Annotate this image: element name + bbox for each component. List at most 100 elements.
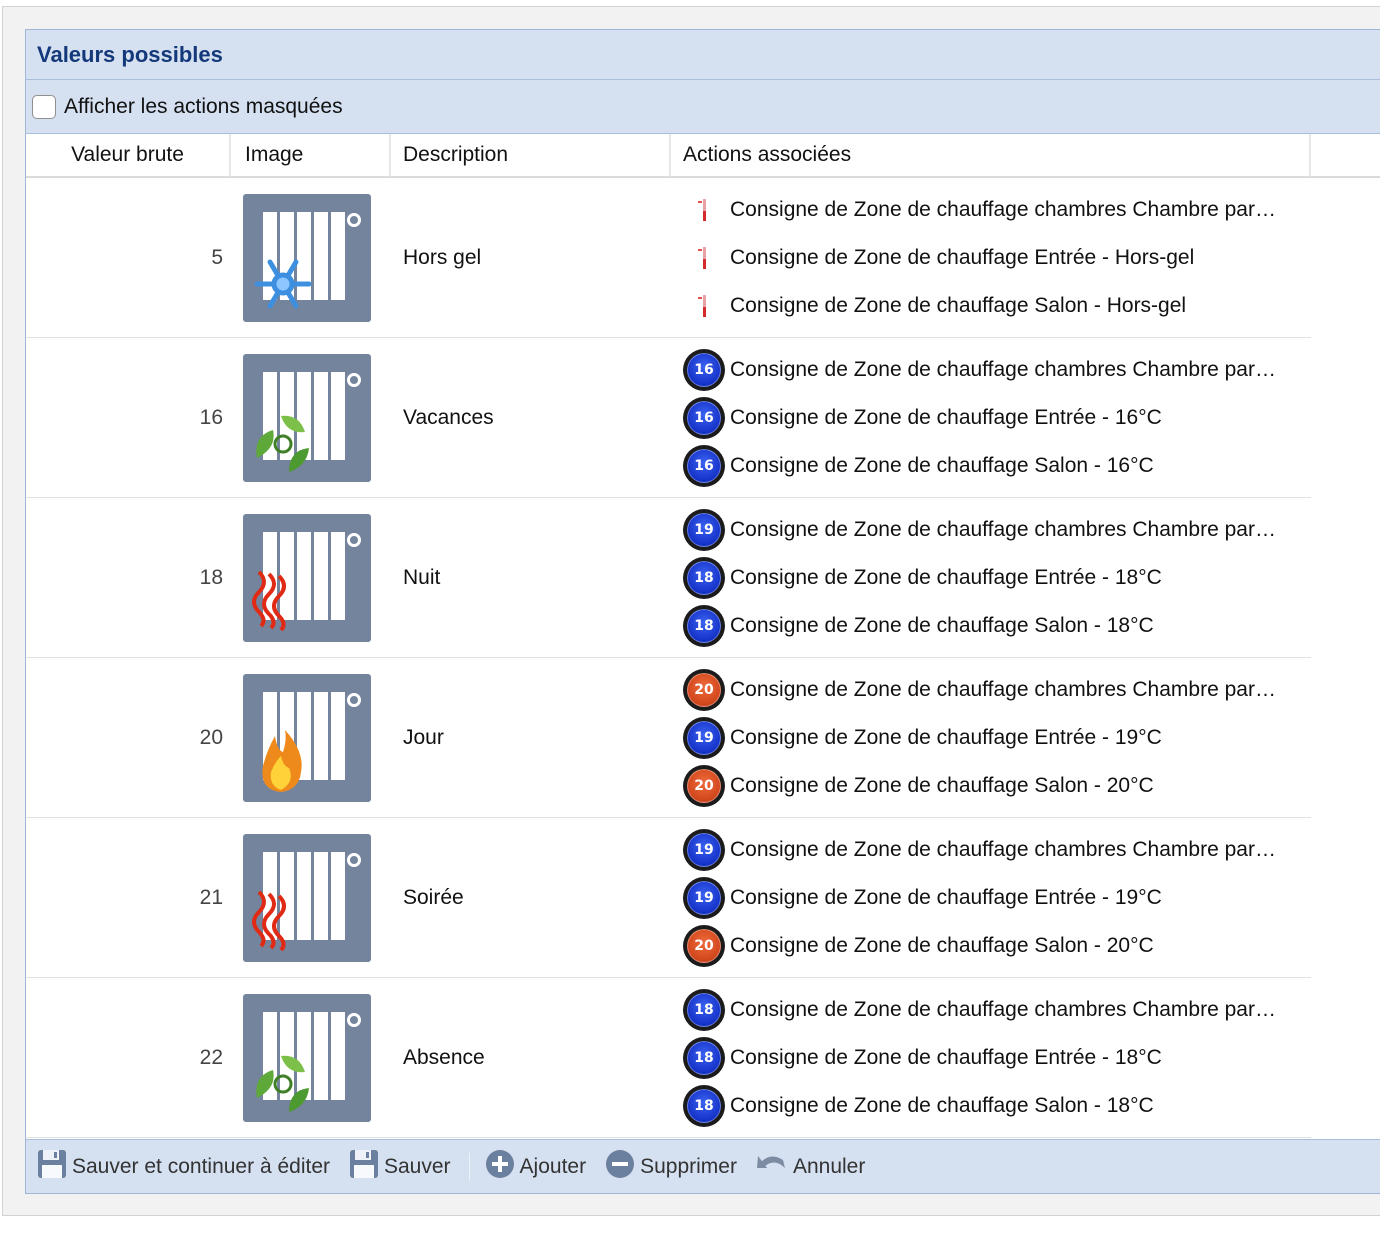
column-header-description[interactable]: Description (391, 134, 671, 177)
radiator-eco-leaves-icon[interactable] (243, 993, 371, 1122)
table-row[interactable]: 16 Vacances 16 Consigne de Zone de chauffa… (26, 338, 1311, 498)
image-cell (231, 498, 391, 657)
associated-action[interactable]: 20 Consigne de Zone de chauffage Salon - … (683, 922, 1311, 970)
raw-value-cell: 16 (199, 405, 223, 429)
image-cell (231, 338, 391, 497)
temperature-value: 19 (687, 720, 721, 755)
temperature-setpoint-icon: 16 (683, 348, 725, 391)
actions-cell: 19 Consigne de Zone de chauffage chambres… (671, 818, 1311, 977)
show-hidden-actions-label[interactable]: Afficher les actions masquées (64, 95, 343, 119)
associated-action[interactable]: 18 Consigne de Zone de chauffage Salon - … (683, 602, 1311, 650)
associated-action[interactable]: 20 Consigne de Zone de chauffage chambres… (683, 666, 1311, 714)
column-header-value[interactable]: Valeur brute (26, 134, 231, 177)
temperature-setpoint-icon: 20 (683, 764, 725, 807)
associated-action[interactable]: 19 Consigne de Zone de chauffage Entrée -… (683, 714, 1311, 762)
add-label: Ajouter (519, 1154, 587, 1178)
table-row[interactable]: 18 Nuit 19 Consigne de Zone de chauffage c… (26, 498, 1311, 658)
associated-action[interactable]: Consigne de Zone de chauffage Entrée - H… (683, 234, 1311, 282)
action-label: Consigne de Zone de chauffage Entrée - H… (730, 245, 1195, 269)
description-cell: Vacances (403, 405, 494, 429)
action-label: Consigne de Zone de chauffage Salon - 20… (730, 773, 1154, 797)
temperature-value: 18 (687, 560, 721, 595)
bottom-toolbar: Sauver et continuer à éditer Sauver Ajou… (26, 1139, 1380, 1193)
temperature-value: 20 (687, 928, 721, 963)
action-label: Consigne de Zone de chauffage Entrée - 1… (730, 885, 1162, 909)
thermometer-icon (683, 285, 725, 327)
action-label: Consigne de Zone de chauffage chambres C… (730, 197, 1276, 221)
raw-value-cell: 21 (199, 885, 223, 909)
save-and-continue-button[interactable]: Sauver et continuer à éditer (36, 1148, 330, 1186)
radiator-heat-waves-icon[interactable] (243, 513, 371, 642)
thermometer-icon (683, 189, 725, 231)
table-row[interactable]: 5 Hors gel Consigne de Zone de chauffage… (26, 178, 1311, 338)
associated-action[interactable]: 18 Consigne de Zone de chauffage chambres… (683, 986, 1311, 1034)
action-label: Consigne de Zone de chauffage Salon - 16… (730, 453, 1154, 477)
associated-action[interactable]: 20 Consigne de Zone de chauffage Salon - … (683, 762, 1311, 810)
associated-action[interactable]: Consigne de Zone de chauffage Salon - Ho… (683, 282, 1311, 330)
action-label: Consigne de Zone de chauffage chambres C… (730, 997, 1276, 1021)
action-label: Consigne de Zone de chauffage chambres C… (730, 837, 1276, 861)
temperature-value: 20 (687, 768, 721, 803)
temperature-value: 19 (687, 880, 721, 915)
description-cell: Absence (403, 1045, 485, 1069)
table-row[interactable]: 22 Absence 18 Consigne de Zone de chauffag… (26, 978, 1311, 1138)
temperature-setpoint-icon: 18 (683, 604, 725, 647)
associated-action[interactable]: 19 Consigne de Zone de chauffage Entrée -… (683, 874, 1311, 922)
table-row[interactable]: 20 Jour 20 Consigne de Zone de chauffage c… (26, 658, 1311, 818)
temperature-setpoint-icon: 20 (683, 668, 725, 711)
radiator-snowflake-icon[interactable] (243, 193, 371, 322)
column-header-actions-label: Actions associées (683, 143, 852, 166)
temperature-setpoint-icon: 19 (683, 828, 725, 871)
panel-header: Valeurs possibles (26, 30, 1380, 80)
radiator-flame-icon[interactable] (243, 673, 371, 802)
image-cell (231, 178, 391, 337)
floppy-disk-icon (348, 1148, 384, 1186)
temperature-value: 20 (687, 672, 721, 707)
action-label: Consigne de Zone de chauffage Salon - Ho… (730, 293, 1187, 317)
associated-action[interactable]: 19 Consigne de Zone de chauffage chambres… (683, 826, 1311, 874)
temperature-value: 18 (687, 608, 721, 643)
action-label: Consigne de Zone de chauffage chambres C… (730, 677, 1276, 701)
action-label: Consigne de Zone de chauffage Entrée - 1… (730, 725, 1162, 749)
possible-values-panel: Valeurs possibles Afficher les actions m… (25, 29, 1380, 1194)
temperature-setpoint-icon: 19 (683, 876, 725, 919)
column-header-image[interactable]: Image (231, 134, 391, 177)
temperature-setpoint-icon: 16 (683, 444, 725, 487)
column-header-actions[interactable]: Actions associées (671, 134, 1311, 177)
associated-action[interactable]: 16 Consigne de Zone de chauffage chambres… (683, 346, 1311, 394)
cancel-button[interactable]: Annuler (755, 1148, 865, 1186)
panel-title: Valeurs possibles (37, 41, 223, 67)
temperature-setpoint-icon: 19 (683, 716, 725, 759)
add-button[interactable]: Ajouter (484, 1148, 587, 1186)
radiator-heat-waves-icon[interactable] (243, 833, 371, 962)
associated-action[interactable]: 18 Consigne de Zone de chauffage Entrée -… (683, 554, 1311, 602)
associated-action[interactable]: 19 Consigne de Zone de chauffage chambres… (683, 506, 1311, 554)
column-header-image-label: Image (245, 143, 304, 166)
table-row[interactable]: 21 Soirée 19 Consigne de Zone de chauffage… (26, 818, 1311, 978)
plus-circle-icon (484, 1148, 520, 1186)
show-hidden-actions-checkbox[interactable] (32, 94, 56, 119)
action-label: Consigne de Zone de chauffage chambres C… (730, 357, 1276, 381)
actions-cell: Consigne de Zone de chauffage chambres C… (671, 178, 1311, 337)
save-button[interactable]: Sauver (348, 1148, 451, 1186)
cancel-label: Annuler (792, 1154, 866, 1178)
associated-action[interactable]: Consigne de Zone de chauffage chambres C… (683, 186, 1311, 234)
save-and-continue-label: Sauver et continuer à éditer (72, 1154, 330, 1178)
actions-cell: 16 Consigne de Zone de chauffage chambres… (671, 338, 1311, 497)
temperature-setpoint-icon: 16 (683, 396, 725, 439)
thermometer-icon (683, 237, 725, 279)
save-label: Sauver (384, 1154, 451, 1178)
column-header-value-label: Valeur brute (71, 143, 184, 166)
raw-value-cell: 20 (199, 725, 223, 749)
delete-button[interactable]: Supprimer (604, 1148, 737, 1186)
radiator-eco-leaves-icon[interactable] (243, 353, 371, 482)
raw-value-cell: 22 (199, 1045, 223, 1069)
associated-action[interactable]: 16 Consigne de Zone de chauffage Entrée -… (683, 394, 1311, 442)
associated-action[interactable]: 16 Consigne de Zone de chauffage Salon - … (683, 442, 1311, 490)
temperature-setpoint-icon: 18 (683, 988, 725, 1031)
associated-action[interactable]: 18 Consigne de Zone de chauffage Entrée -… (683, 1034, 1311, 1082)
delete-label: Supprimer (640, 1154, 737, 1178)
temperature-setpoint-icon: 18 (683, 1036, 725, 1079)
associated-action[interactable]: 18 Consigne de Zone de chauffage Salon - … (683, 1082, 1311, 1130)
temperature-value: 16 (687, 448, 721, 483)
